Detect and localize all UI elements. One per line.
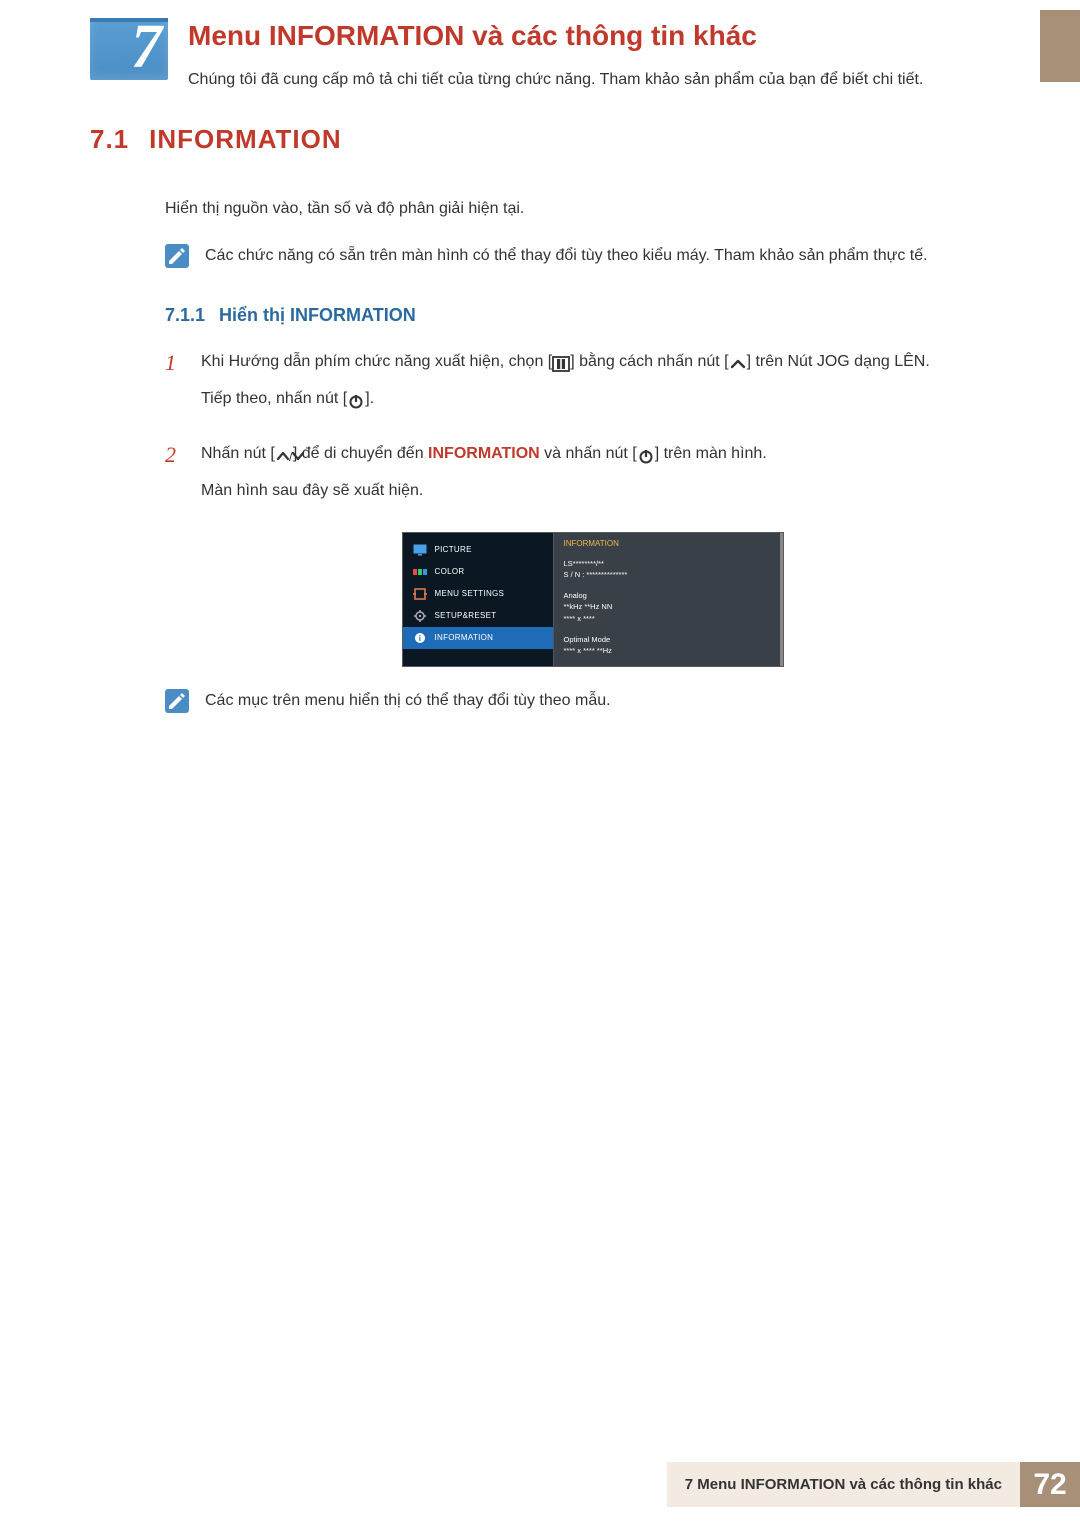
subsection-heading: 7.1.1 Hiển thị INFORMATION [165, 305, 1020, 326]
osd-info-block: Optimal Mode **** x **** **Hz [564, 634, 773, 657]
note-block: Các chức năng có sẵn trên màn hình có th… [165, 242, 1020, 269]
chapter-number: 7 [131, 12, 162, 83]
osd-item-label: PICTURE [435, 545, 472, 554]
text-strong: INFORMATION [428, 445, 540, 462]
step-number: 1 [165, 348, 183, 422]
osd-item-label: COLOR [435, 567, 465, 576]
monitor-icon [413, 544, 427, 556]
footer-page-number: 72 [1020, 1462, 1080, 1507]
text: ] để di chuyển đến [293, 445, 428, 462]
gear-icon [413, 610, 427, 622]
text: ] trên màn hình. [655, 445, 767, 462]
osd-menu: PICTURE COLOR MENU SETTINGS SETUP&RESET [403, 533, 553, 667]
text: Khi Hướng dẫn phím chức năng xuất hiện, … [201, 353, 552, 370]
osd-info-block: Analog **kHz **Hz NN **** x **** [564, 590, 773, 624]
step: 2 Nhấn nút [/] để di chuyển đến INFORMAT… [165, 440, 1020, 514]
osd-info-line: Analog [564, 590, 773, 601]
osd-item-label: SETUP&RESET [435, 611, 497, 620]
text: Tiếp theo, nhấn nút [ [201, 390, 347, 407]
text: Màn hình sau đây sẽ xuất hiện. [201, 477, 1020, 506]
color-icon [413, 566, 427, 578]
note-text: Các mục trên menu hiển thị có thể thay đ… [205, 687, 1020, 714]
osd-item-label: INFORMATION [435, 633, 494, 642]
note-pencil-icon [165, 244, 189, 268]
svg-text:i: i [418, 634, 421, 643]
osd-screenshot: PICTURE COLOR MENU SETTINGS SETUP&RESET [402, 532, 784, 668]
osd-menu-item-selected: i INFORMATION [403, 627, 553, 649]
step-number: 2 [165, 440, 183, 514]
info-icon: i [413, 632, 427, 644]
text: ] bằng cách nhấn nút [ [570, 353, 728, 370]
page-footer: 7 Menu INFORMATION và các thông tin khác… [0, 1462, 1080, 1507]
text: ] trên Nút JOG dạng LÊN. [747, 353, 930, 370]
section-number: 7.1 [90, 124, 129, 155]
chapter-title: Menu INFORMATION và các thông tin khác [188, 20, 1020, 52]
osd-panel: INFORMATION LS********/** S / N : ******… [553, 533, 783, 667]
step-text: Nhấn nút [/] để di chuyển đến INFORMATIO… [201, 440, 1020, 514]
power-icon [347, 391, 365, 407]
chapter-header: 7 Menu INFORMATION và các thông tin khác… [0, 0, 1080, 94]
osd-info-line: LS********/** [564, 558, 773, 569]
frame-icon [413, 588, 427, 600]
chapter-badge: 7 [90, 18, 168, 80]
note-text: Các chức năng có sẵn trên màn hình có th… [205, 242, 1020, 269]
osd-menu-item: COLOR [403, 561, 553, 583]
osd-info-line: **** x **** [564, 613, 773, 624]
section-title: INFORMATION [149, 124, 342, 155]
osd-info-line: S / N : ************** [564, 569, 773, 580]
osd-menu-item: MENU SETTINGS [403, 583, 553, 605]
chevron-up-down-icon: / [275, 446, 293, 462]
menu-square-icon [552, 354, 570, 370]
step: 1 Khi Hướng dẫn phím chức năng xuất hiện… [165, 348, 1020, 422]
footer-title: 7 Menu INFORMATION và các thông tin khác [667, 1462, 1020, 1507]
subsection-title: Hiển thị INFORMATION [219, 305, 416, 326]
chevron-up-icon [729, 354, 747, 370]
osd-panel-title: INFORMATION [564, 539, 773, 548]
power-icon [637, 446, 655, 462]
text: ]. [365, 390, 374, 407]
osd-menu-item: PICTURE [403, 539, 553, 561]
step-text: Khi Hướng dẫn phím chức năng xuất hiện, … [201, 348, 1020, 422]
osd-menu-item: SETUP&RESET [403, 605, 553, 627]
text: Nhấn nút [ [201, 445, 275, 462]
section-heading: 7.1 INFORMATION [90, 124, 1020, 155]
section-body: Hiển thị nguồn vào, tần số và độ phân gi… [90, 195, 1020, 222]
note-block: Các mục trên menu hiển thị có thể thay đ… [165, 687, 1020, 714]
subsection-number: 7.1.1 [165, 305, 205, 326]
note-pencil-icon [165, 689, 189, 713]
osd-info-line: **** x **** **Hz [564, 645, 773, 656]
chapter-intro: Chúng tôi đã cung cấp mô tả chi tiết của… [188, 66, 1020, 94]
side-color-tab [1040, 10, 1080, 82]
text: và nhấn nút [ [540, 445, 637, 462]
osd-info-block: LS********/** S / N : ************** [564, 558, 773, 581]
osd-item-label: MENU SETTINGS [435, 589, 505, 598]
osd-info-line: **kHz **Hz NN [564, 601, 773, 612]
osd-info-line: Optimal Mode [564, 634, 773, 645]
